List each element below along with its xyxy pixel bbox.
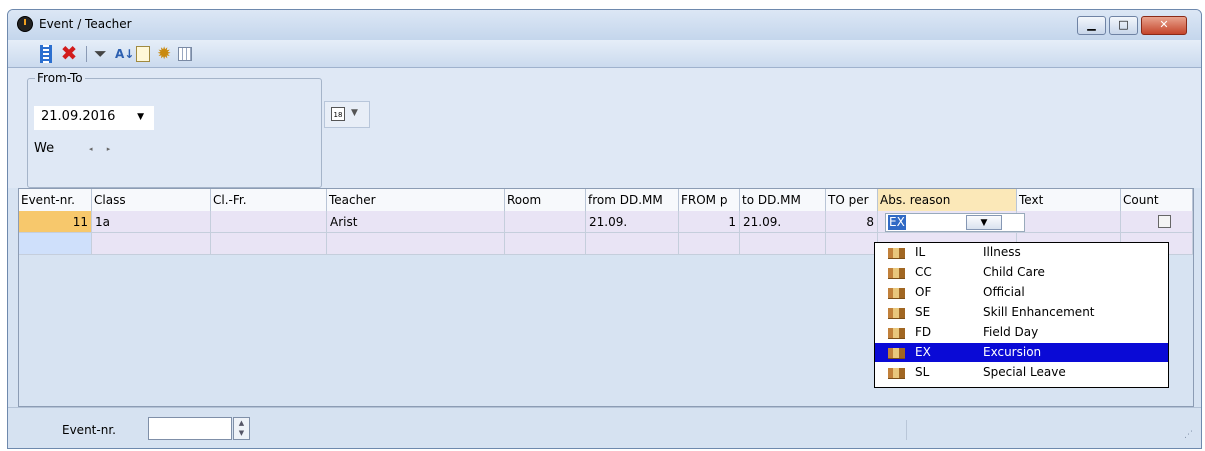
option-il[interactable]: IL Illness <box>875 243 1168 262</box>
abs-reason-combobox[interactable]: EX ▼ <box>885 213 1025 232</box>
option-code: IL <box>915 245 926 259</box>
option-code: FD <box>915 325 932 339</box>
option-code: OF <box>915 285 932 299</box>
option-name: Special Leave <box>983 365 1066 379</box>
option-sl[interactable]: SL Special Leave <box>875 363 1168 382</box>
cell-to-date[interactable]: 21.09. <box>740 211 826 233</box>
event-nr-spinner[interactable]: ▲ ▼ <box>233 417 250 440</box>
reason-icon <box>888 328 905 339</box>
col-abs-reason[interactable]: Abs. reason <box>878 189 1017 211</box>
resize-grip-icon[interactable]: ⋰ <box>1184 430 1193 440</box>
cell-empty[interactable] <box>826 233 878 255</box>
title-bar: Event / Teacher ▁ □ ✕ <box>8 10 1201 40</box>
status-divider <box>906 420 907 440</box>
document-settings-icon[interactable] <box>136 46 150 62</box>
count-checkbox[interactable] <box>1158 215 1171 228</box>
col-to-date[interactable]: to DD.MM <box>740 189 826 211</box>
calendar-button[interactable]: 18 ▼ <box>324 101 370 128</box>
cell-count[interactable] <box>1121 211 1193 233</box>
reason-icon <box>888 348 905 359</box>
cell-text[interactable] <box>1017 211 1121 233</box>
col-room[interactable]: Room <box>505 189 586 211</box>
toolbar-separator <box>86 46 87 62</box>
new-row-indicator[interactable] <box>19 233 92 255</box>
col-event-nr[interactable]: Event-nr. <box>19 189 92 211</box>
cell-teacher[interactable]: Arist <box>327 211 505 233</box>
option-name: Official <box>983 285 1025 299</box>
date-value: 21.09.2016 <box>41 109 116 124</box>
list-icon[interactable] <box>40 45 52 63</box>
cell-from-date[interactable]: 21.09. <box>586 211 679 233</box>
cell-to-period[interactable]: 8 <box>826 211 878 233</box>
day-spinner[interactable]: ◂ ▸ <box>89 145 116 153</box>
col-from-period[interactable]: FROM p <box>679 189 740 211</box>
status-bar: Event-nr. ▲ ▼ ⋰ <box>8 407 1201 448</box>
option-of[interactable]: OF Official <box>875 283 1168 302</box>
option-code: CC <box>915 265 932 279</box>
abs-reason-dropdown: IL Illness CC Child Care OF Official SE … <box>874 242 1169 388</box>
maximize-button[interactable]: □ <box>1109 16 1138 35</box>
event-nr-label: Event-nr. <box>62 423 116 437</box>
col-teacher[interactable]: Teacher <box>327 189 505 211</box>
reason-icon <box>888 288 905 299</box>
reason-icon <box>888 268 905 279</box>
option-code: SE <box>915 305 931 319</box>
delete-icon[interactable]: ✖ <box>60 43 78 63</box>
cell-empty[interactable] <box>586 233 679 255</box>
option-name: Excursion <box>983 345 1042 359</box>
cell-empty[interactable] <box>211 233 327 255</box>
filter-panel: From-To 21.09.2016 ▼ We ◂ ▸ 18 ▼ <box>8 68 1201 188</box>
cell-empty[interactable] <box>505 233 586 255</box>
option-cc[interactable]: CC Child Care <box>875 263 1168 282</box>
weekday-label: We <box>34 141 55 156</box>
col-to-period[interactable]: TO per <box>826 189 878 211</box>
grid-header: Event-nr. Class Cl.-Fr. Teacher Room fro… <box>19 189 1193 212</box>
cell-cl-fr[interactable] <box>211 211 327 233</box>
from-to-group: From-To 21.09.2016 ▼ We ◂ ▸ <box>27 71 322 188</box>
gear-icon[interactable]: ✹ <box>157 45 175 63</box>
date-picker[interactable]: 21.09.2016 ▼ <box>34 106 154 130</box>
option-name: Child Care <box>983 265 1045 279</box>
toolbar: ✖ ⏷ A↓ ✹ ▾ <box>8 40 1201 99</box>
abs-reason-value: EX <box>888 215 906 230</box>
option-name: Field Day <box>983 325 1039 339</box>
grid-icon[interactable] <box>178 47 192 61</box>
cell-event-nr[interactable]: 11 <box>19 211 92 233</box>
option-fd[interactable]: FD Field Day <box>875 323 1168 342</box>
chevron-down-icon[interactable]: ▼ <box>966 215 1002 230</box>
cell-empty[interactable] <box>92 233 211 255</box>
calendar-icon: 18 <box>331 107 345 121</box>
close-button[interactable]: ✕ <box>1141 16 1187 35</box>
minimize-button[interactable]: ▁ <box>1077 16 1106 35</box>
filter-icon[interactable]: ⏷ <box>94 45 112 63</box>
col-from-date[interactable]: from DD.MM <box>586 189 679 211</box>
col-count[interactable]: Count <box>1121 189 1193 211</box>
window-title: Event / Teacher <box>39 17 132 31</box>
option-code: SL <box>915 365 930 379</box>
col-class[interactable]: Class <box>92 189 211 211</box>
col-cl-fr[interactable]: Cl.-Fr. <box>211 189 327 211</box>
from-to-label: From-To <box>35 71 85 85</box>
option-code: EX <box>915 345 931 359</box>
reason-icon <box>888 308 905 319</box>
col-text[interactable]: Text <box>1017 189 1121 211</box>
option-name: Illness <box>983 245 1021 259</box>
clock-app-icon <box>17 16 33 32</box>
cell-empty[interactable] <box>679 233 740 255</box>
event-nr-input[interactable] <box>148 417 232 440</box>
cell-room[interactable] <box>505 211 586 233</box>
chevron-down-icon[interactable]: ▼ <box>137 106 144 128</box>
cell-from-period[interactable]: 1 <box>679 211 740 233</box>
option-se[interactable]: SE Skill Enhancement <box>875 303 1168 322</box>
cell-class[interactable]: 1a <box>92 211 211 233</box>
reason-icon <box>888 368 905 379</box>
reason-icon <box>888 248 905 259</box>
cell-empty[interactable] <box>327 233 505 255</box>
option-ex[interactable]: EX Excursion <box>875 343 1168 362</box>
sort-icon[interactable]: A↓ <box>115 45 134 63</box>
cell-empty[interactable] <box>740 233 826 255</box>
option-name: Skill Enhancement <box>983 305 1095 319</box>
chevron-down-icon: ▼ <box>351 108 358 118</box>
